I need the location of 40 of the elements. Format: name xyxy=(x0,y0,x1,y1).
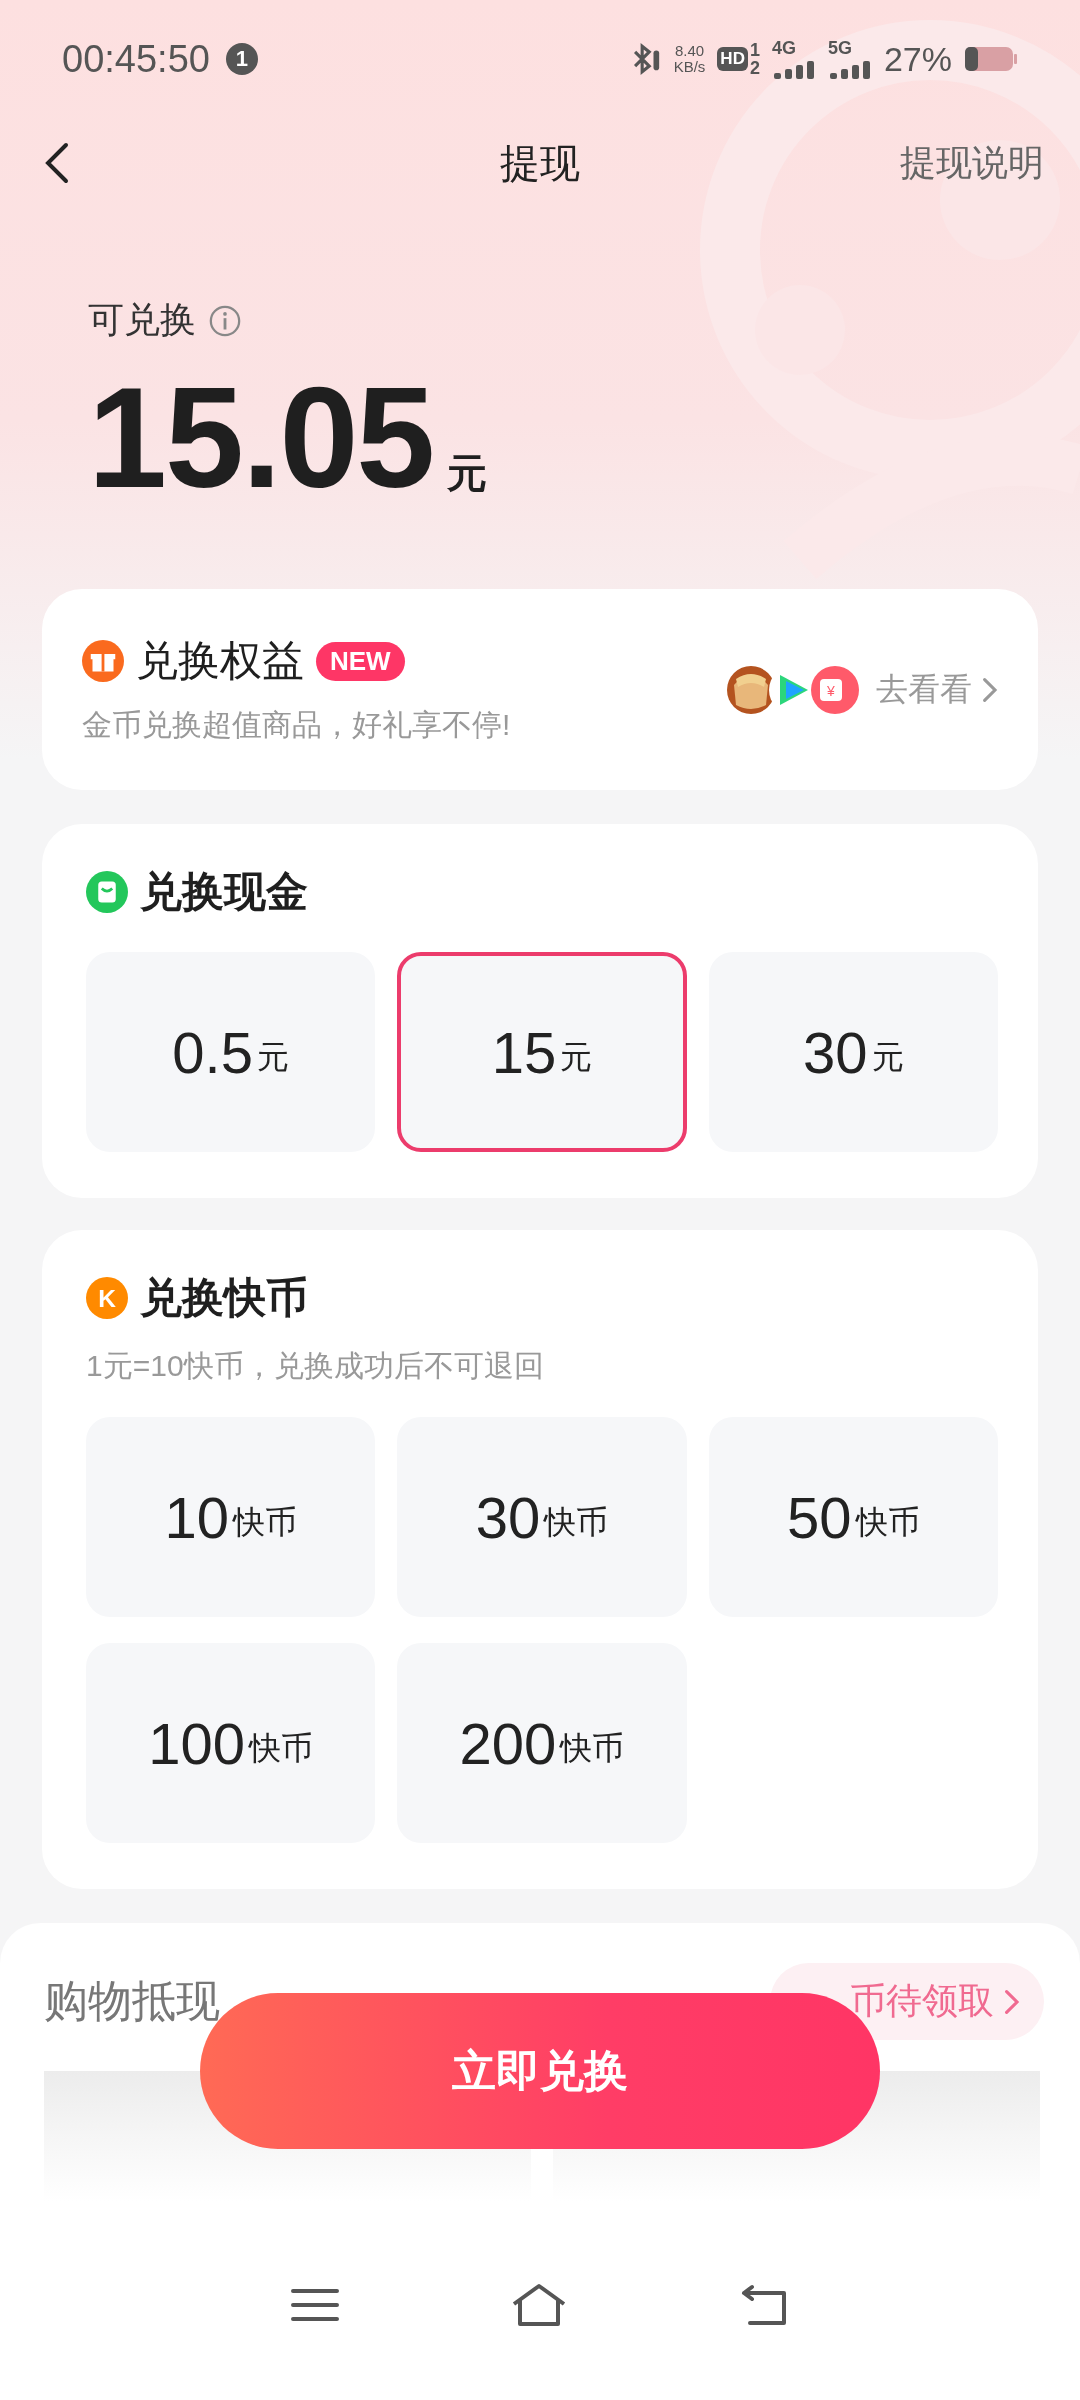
withdraw-info-link[interactable]: 提现说明 xyxy=(900,138,1044,188)
exchange-note: 1元=10快币，兑换成功后不可退回 xyxy=(86,1349,544,1382)
coupon-icon: ¥ xyxy=(810,664,861,715)
amount-option[interactable]: 15 元 xyxy=(397,952,687,1152)
status-time: 00:45:50 xyxy=(62,37,210,81)
net-speed-unit: KB/s xyxy=(673,59,706,75)
coin-icon: K xyxy=(86,1277,128,1319)
coin-option[interactable]: 30快币 xyxy=(397,1417,687,1617)
coin-option[interactable]: 100快币 xyxy=(86,1643,376,1843)
network-label: 5G xyxy=(827,39,853,57)
coin-option[interactable]: 200快币 xyxy=(397,1643,687,1843)
net-speed: 8.40 xyxy=(674,43,705,59)
new-badge: NEW xyxy=(316,641,405,681)
chevron-right-icon xyxy=(982,676,998,703)
balance-amount: 15.05 xyxy=(88,357,434,519)
balance-unit: 元 xyxy=(447,450,488,497)
notification-count: 1 xyxy=(225,43,258,75)
wallet-icon xyxy=(86,871,128,913)
info-icon[interactable] xyxy=(208,303,242,338)
coin-option[interactable]: 10快币 xyxy=(86,1417,376,1617)
card-title: 兑换现金 xyxy=(140,867,308,917)
amount-option[interactable]: 30 元 xyxy=(708,952,998,1152)
home-icon[interactable] xyxy=(510,2282,568,2328)
balance-label: 可兑换 xyxy=(88,298,196,342)
sim-number: 2 xyxy=(749,59,760,77)
sim-number: 1 xyxy=(749,41,760,59)
back-button[interactable] xyxy=(44,141,70,185)
card-subtitle: 金币兑换超值商品，好礼享不停! xyxy=(82,707,511,743)
battery-icon xyxy=(964,45,1018,73)
coin-option[interactable]: 50快币 xyxy=(708,1417,998,1617)
amount-option[interactable]: 0.5 元 xyxy=(86,952,376,1152)
card-title: 兑换快币 xyxy=(140,1273,308,1323)
page-title: 提现 xyxy=(500,139,580,187)
card-title: 兑换权益 xyxy=(136,636,304,686)
benefits-card[interactable]: 兑换权益 NEW 金币兑换超值商品，好礼享不停! ¥ 去看看 xyxy=(42,589,1038,790)
chevron-right-icon xyxy=(1004,1988,1020,2015)
gift-icon xyxy=(82,640,124,682)
network-label: 4G xyxy=(771,39,797,57)
battery-percent: 27% xyxy=(883,39,952,79)
hd-badge: HD xyxy=(717,47,748,71)
